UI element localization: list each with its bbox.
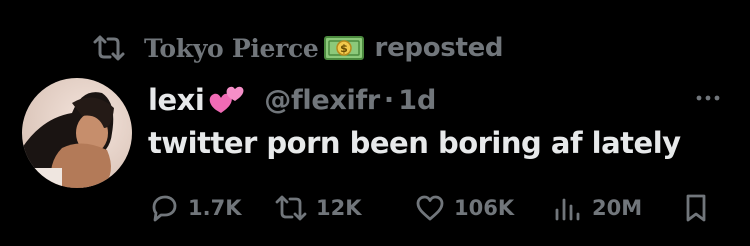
svg-text:$: $ [340, 42, 348, 55]
display-name[interactable]: lexi [148, 83, 205, 117]
like-count: 106K [454, 196, 515, 220]
reply-icon [152, 195, 177, 222]
repost-banner[interactable]: Tokyo Pierce $ reposted [92, 30, 504, 66]
repost-icon [92, 33, 126, 63]
heart-icon [416, 195, 444, 221]
views-icon [555, 198, 580, 221]
views-button[interactable]: 20M [552, 188, 642, 228]
repost-label: reposted [374, 33, 504, 63]
reply-button[interactable]: 1.7K [148, 188, 241, 228]
timestamp[interactable]: 1d [398, 85, 436, 116]
more-horizontal-icon [696, 95, 720, 101]
repost-icon [275, 195, 307, 221]
separator-dot: · [383, 84, 395, 116]
money-with-dollar-bill-emoji: $ [323, 33, 365, 63]
view-count: 20M [592, 196, 643, 220]
repost-count: 12K [316, 196, 362, 220]
tweet-header: lexi @flexifr · 1d [148, 78, 436, 122]
user-handle[interactable]: @flexifr [264, 85, 380, 116]
bookmark-button[interactable] [680, 188, 712, 228]
like-button[interactable]: 106K [414, 188, 514, 228]
two-hearts-emoji [206, 80, 248, 120]
repost-button[interactable]: 12K [274, 188, 362, 228]
reposter-name[interactable]: Tokyo Pierce [144, 34, 319, 63]
more-button[interactable] [694, 86, 722, 110]
avatar[interactable] [22, 78, 132, 188]
tweet-text: twitter porn been boring af lately [148, 126, 681, 160]
tweet-actions: 1.7K 12K 106K 20M [148, 188, 728, 228]
bookmark-icon [686, 194, 706, 222]
reply-count: 1.7K [188, 196, 242, 220]
